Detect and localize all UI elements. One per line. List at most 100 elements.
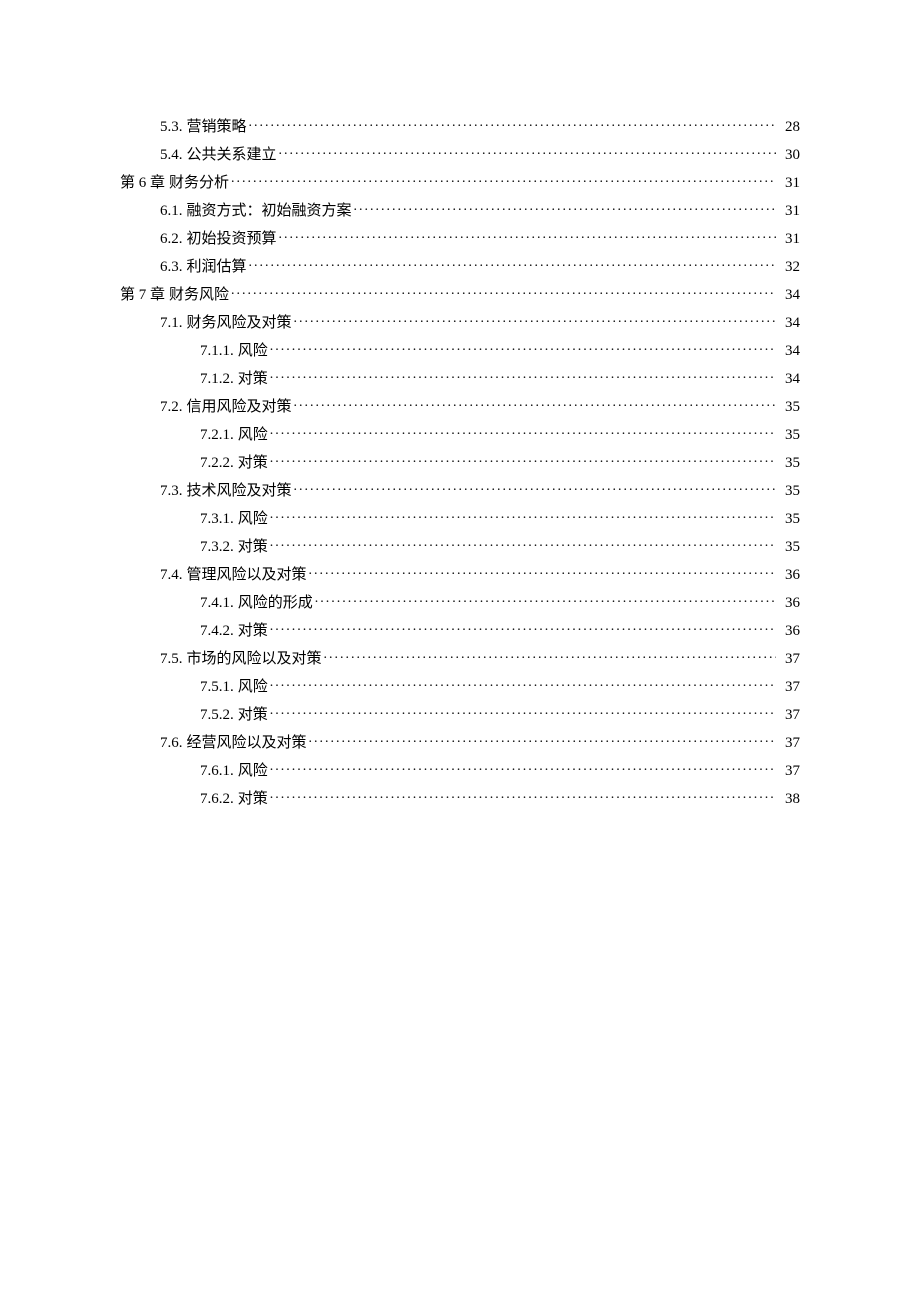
- toc-entry: 7.5.市场的风险以及对策37: [120, 647, 800, 668]
- toc-title: 风险: [238, 343, 268, 359]
- toc-label: 7.5.2.对策: [200, 703, 268, 724]
- toc-number: 7.4.: [160, 567, 183, 583]
- toc-leader: [231, 172, 776, 187]
- toc-entry: 6.1.融资方式：初始融资方案 31: [120, 199, 800, 220]
- toc-entry: 7.2.1.风险35: [120, 423, 800, 444]
- toc-entry: 7.5.2.对策 37: [120, 703, 800, 724]
- toc-entry: 6.2.初始投资预算31: [120, 227, 800, 248]
- toc-page-number: 31: [778, 175, 800, 192]
- toc-number: 6.1.: [160, 203, 183, 219]
- toc-title: 财务风险: [169, 287, 229, 303]
- toc-entry: 5.4.公共关系建立30: [120, 143, 800, 164]
- toc-leader: [270, 704, 776, 719]
- toc-number: 7.3.: [160, 483, 183, 499]
- toc-number: 7.5.: [160, 651, 183, 667]
- toc-entry: 7.2.信用风险及对策 35: [120, 395, 800, 416]
- toc-leader: [354, 200, 776, 215]
- toc-label: 7.4.2.对策: [200, 619, 268, 640]
- toc-number: 6.3.: [160, 259, 183, 275]
- toc-page-number: 37: [778, 763, 800, 780]
- toc-leader: [270, 508, 776, 523]
- toc-title: 财务分析: [169, 175, 229, 191]
- toc-page-number: 38: [778, 791, 800, 808]
- toc-title: 市场的风险以及对策: [187, 651, 322, 667]
- toc-title: 对策: [238, 539, 268, 555]
- toc-number: 5.4.: [160, 147, 183, 163]
- toc-title: 公共关系建立: [187, 147, 277, 163]
- toc-leader: [315, 592, 776, 607]
- toc-label: 第 7 章财务风险: [120, 283, 229, 304]
- toc-entry: 7.6.1.风险 37: [120, 759, 800, 780]
- toc-number: 7.4.2.: [200, 623, 234, 639]
- toc-entry: 7.4.管理风险以及对策 36: [120, 563, 800, 584]
- toc-page-number: 32: [778, 259, 800, 276]
- toc-label: 5.4.公共关系建立: [160, 143, 277, 164]
- toc-page-number: 28: [778, 119, 800, 136]
- toc-title: 风险: [238, 511, 268, 527]
- toc-page-number: 34: [778, 315, 800, 332]
- toc-leader: [294, 480, 776, 495]
- toc-label: 6.3.利润估算: [160, 255, 247, 276]
- toc-leader: [249, 116, 776, 131]
- toc-entry: 7.3.2.对策 35: [120, 535, 800, 556]
- toc-entry: 6.3.利润估算 32: [120, 255, 800, 276]
- toc-entry: 5.3.营销策略 28: [120, 115, 800, 136]
- toc-label: 第 6 章财务分析: [120, 171, 229, 192]
- toc-title: 风险: [238, 427, 268, 443]
- toc-page-number: 35: [778, 455, 800, 472]
- toc-page-number: 31: [778, 203, 800, 220]
- toc-label: 7.6.1.风险: [200, 759, 268, 780]
- toc-title: 对策: [238, 455, 268, 471]
- toc-leader: [270, 676, 776, 691]
- toc-number: 第 6 章: [120, 175, 165, 191]
- table-of-contents: 5.3.营销策略285.4.公共关系建立30第 6 章财务分析316.1.融资方…: [120, 115, 800, 808]
- toc-entry: 第 7 章财务风险 34: [120, 283, 800, 304]
- toc-page-number: 34: [778, 371, 800, 388]
- toc-number: 7.2.1.: [200, 427, 234, 443]
- toc-leader: [279, 144, 776, 159]
- toc-page-number: 35: [778, 399, 800, 416]
- toc-leader: [309, 732, 776, 747]
- toc-number: 7.6.2.: [200, 791, 234, 807]
- toc-title: 融资方式：初始融资方案: [187, 203, 352, 219]
- toc-label: 7.2.1.风险: [200, 423, 268, 444]
- toc-title: 利润估算: [187, 259, 247, 275]
- toc-leader: [270, 760, 776, 775]
- toc-number: 6.2.: [160, 231, 183, 247]
- toc-page-number: 37: [778, 707, 800, 724]
- toc-label: 5.3.营销策略: [160, 115, 247, 136]
- toc-title: 风险: [238, 763, 268, 779]
- toc-label: 7.2.信用风险及对策: [160, 395, 292, 416]
- toc-number: 7.5.2.: [200, 707, 234, 723]
- toc-label: 7.4.1.风险的形成: [200, 591, 313, 612]
- toc-leader: [309, 564, 776, 579]
- toc-number: 7.3.2.: [200, 539, 234, 555]
- toc-label: 7.6.经营风险以及对策: [160, 731, 307, 752]
- toc-title: 风险的形成: [238, 595, 313, 611]
- toc-number: 7.6.1.: [200, 763, 234, 779]
- toc-leader: [279, 228, 776, 243]
- toc-entry: 7.2.2.对策35: [120, 451, 800, 472]
- toc-number: 7.4.1.: [200, 595, 234, 611]
- toc-label: 6.2.初始投资预算: [160, 227, 277, 248]
- toc-leader: [270, 452, 776, 467]
- toc-entry: 7.1.财务风险及对策34: [120, 311, 800, 332]
- toc-title: 财务风险及对策: [187, 315, 292, 331]
- toc-page-number: 37: [778, 679, 800, 696]
- toc-page-number: 35: [778, 483, 800, 500]
- toc-number: 7.3.1.: [200, 511, 234, 527]
- toc-label: 6.1.融资方式：初始融资方案: [160, 199, 352, 220]
- toc-title: 管理风险以及对策: [187, 567, 307, 583]
- toc-page-number: 34: [778, 287, 800, 304]
- toc-label: 7.3.1.风险: [200, 507, 268, 528]
- toc-title: 风险: [238, 679, 268, 695]
- toc-title: 经营风险以及对策: [187, 735, 307, 751]
- toc-title: 对策: [238, 791, 268, 807]
- toc-title: 对策: [238, 707, 268, 723]
- toc-label: 7.1.1.风险: [200, 339, 268, 360]
- toc-label: 7.6.2.对策: [200, 787, 268, 808]
- toc-entry: 7.6.经营风险以及对策37: [120, 731, 800, 752]
- toc-page-number: 35: [778, 539, 800, 556]
- toc-page-number: 36: [778, 595, 800, 612]
- toc-page-number: 36: [778, 567, 800, 584]
